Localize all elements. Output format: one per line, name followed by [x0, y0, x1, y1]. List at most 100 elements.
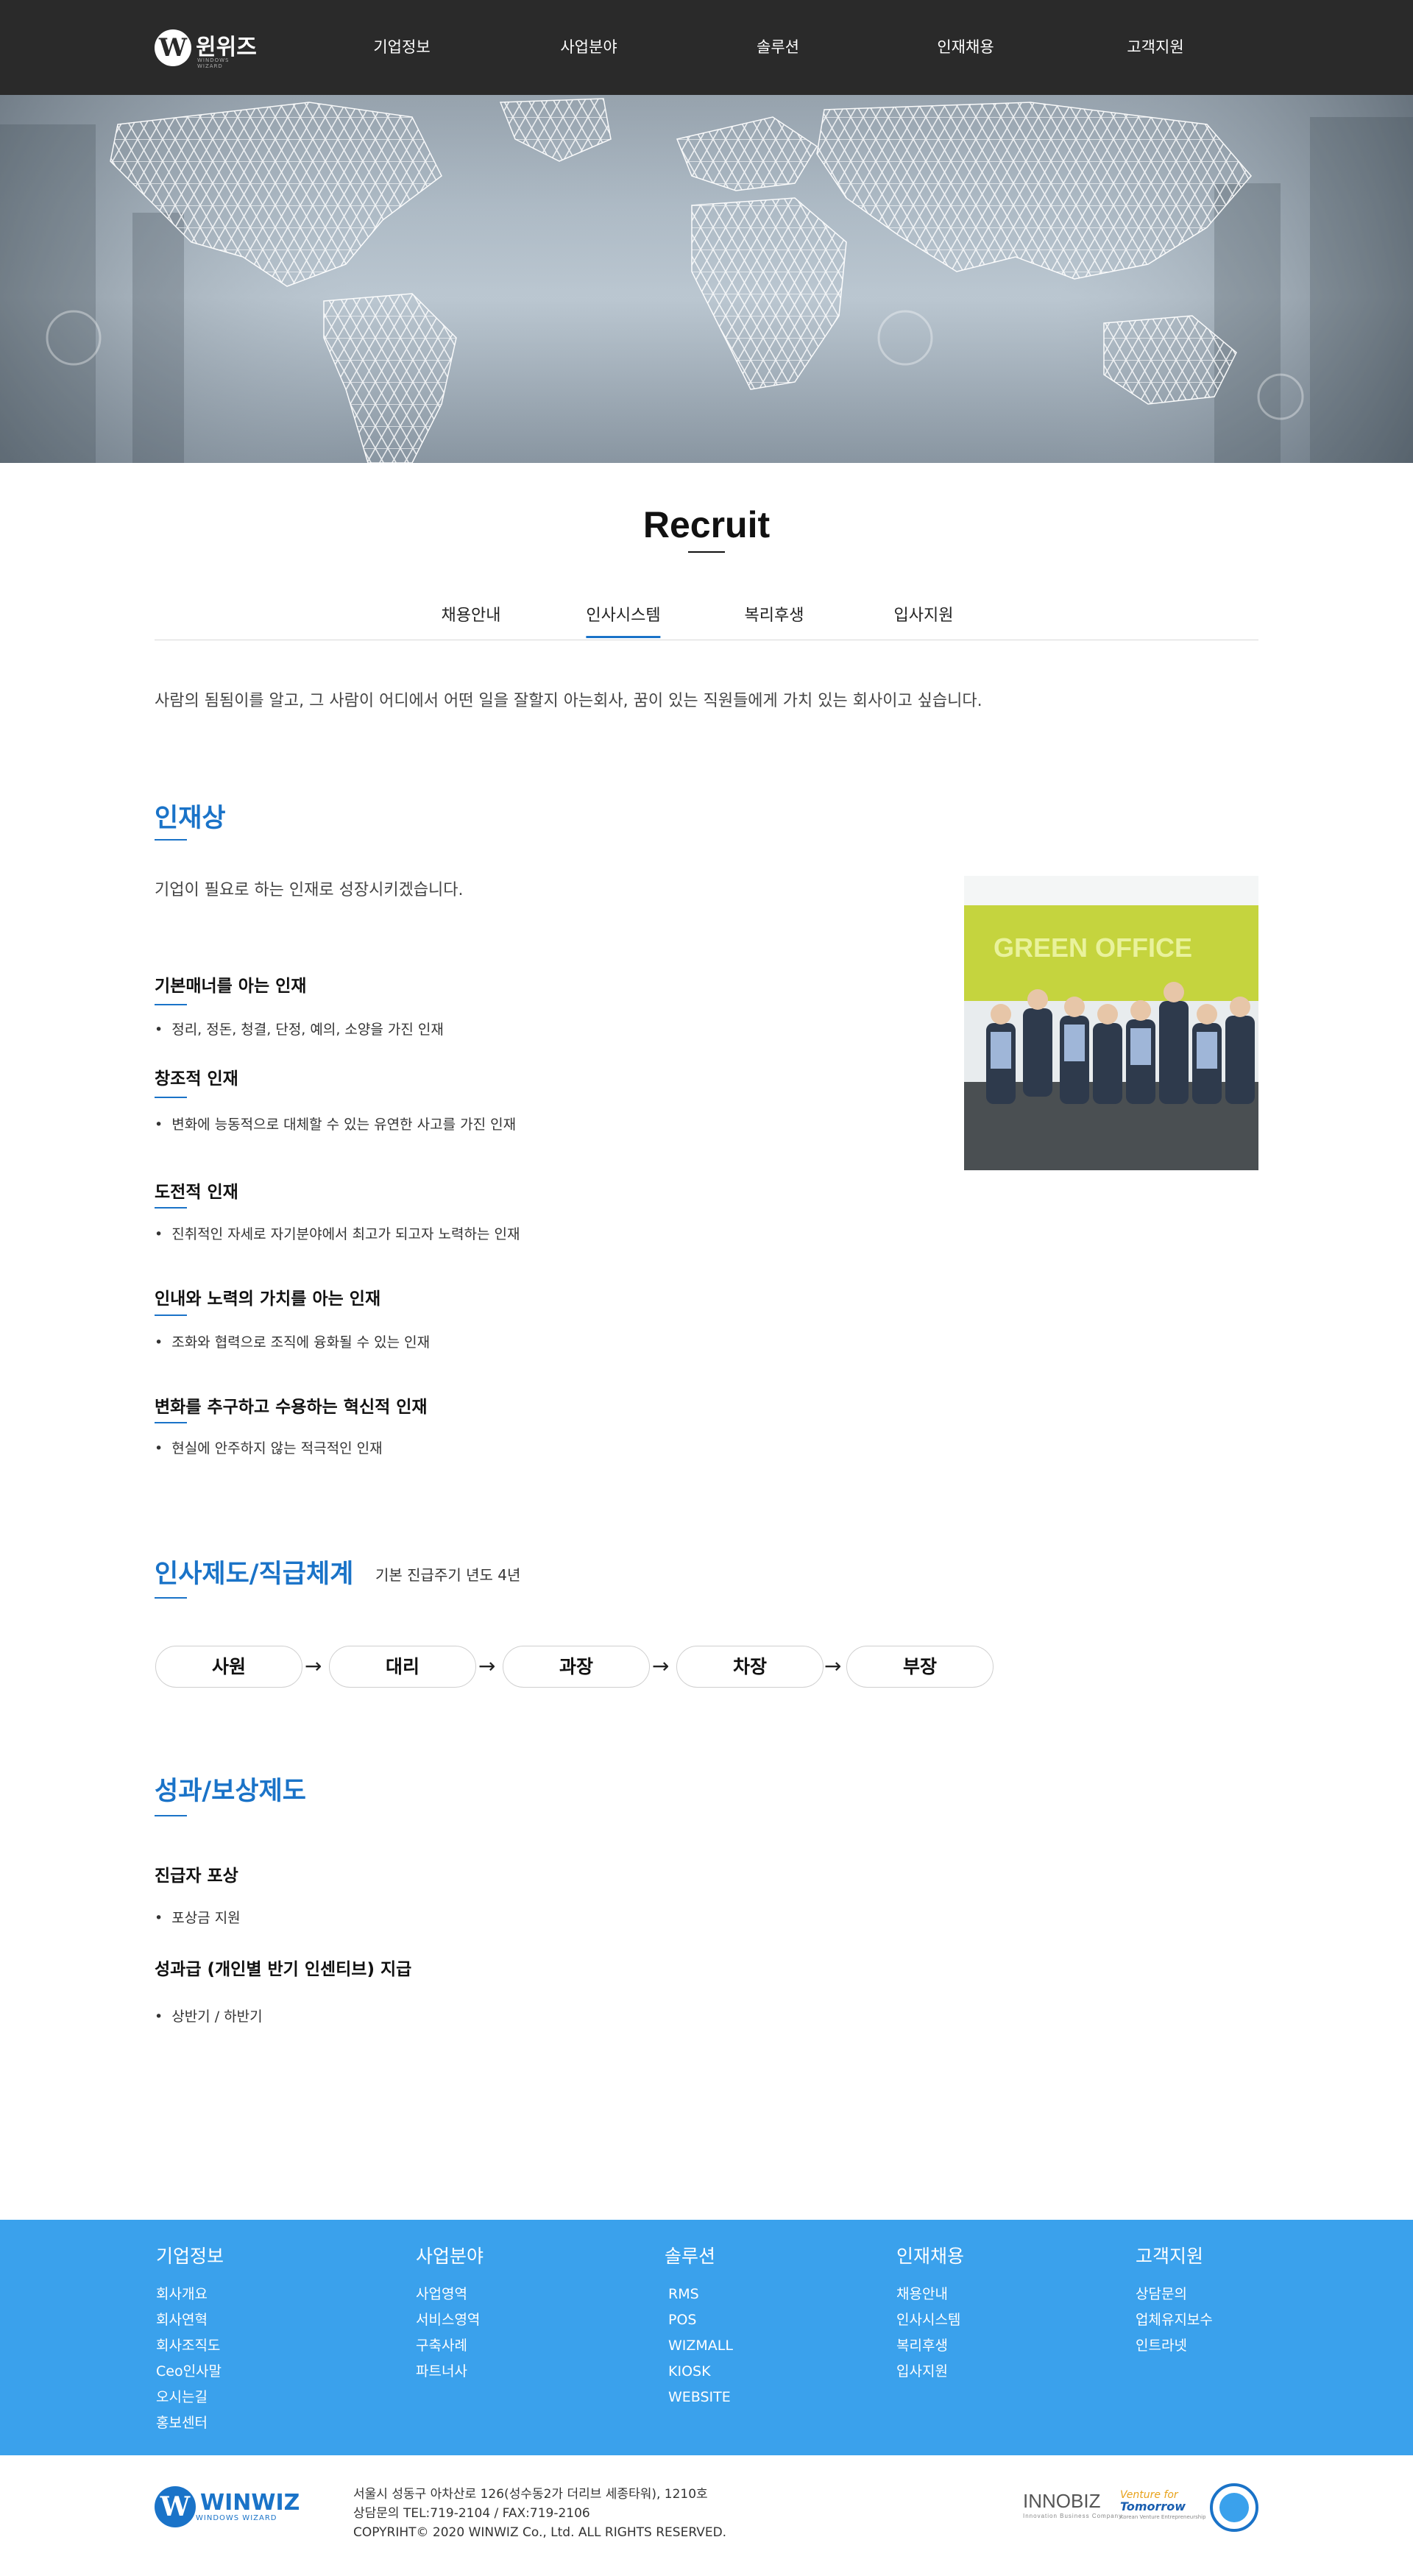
footer-address: 서울시 성동구 아차산로 126(성수동2가 더리브 세종타워), 1210호: [353, 2487, 708, 2502]
nav-item-business[interactable]: 사업분야: [560, 35, 617, 59]
footer-link[interactable]: 회사연혁: [156, 2307, 224, 2333]
photo-wall-sign: GREEN OFFICE: [994, 933, 1192, 963]
venture-main-text: Tomorrow: [1120, 2499, 1186, 2513]
reward-item-title: 진급자 포상: [155, 1866, 238, 1886]
footer-column-head: 고객지원: [1136, 2246, 1204, 2267]
talent-item-title: 도전적 인재: [155, 1183, 238, 1202]
talent-item-title: 인내와 노력의 가치를 아는 인재: [155, 1289, 381, 1309]
talent-item-title: 변화를 추구하고 수용하는 혁신적 인재: [155, 1398, 428, 1417]
arrow-right-icon: →: [478, 1654, 496, 1678]
footer-link[interactable]: KIOSK: [668, 2359, 733, 2385]
talent-item-title: 기본매너를 아는 인재: [155, 977, 307, 996]
arrow-right-icon: →: [652, 1654, 670, 1678]
section-title-underline: [155, 1597, 187, 1599]
section-title-hr-system: 인사제도/직급체계: [155, 1560, 354, 1589]
section-title-reward: 성과/보상제도: [155, 1777, 306, 1806]
tab-hr-system[interactable]: 인사시스템: [586, 602, 661, 638]
intro-text: 사람의 됨됨이를 알고, 그 사람이 어디에서 어떤 일을 잘할지 아는회사, …: [155, 692, 982, 710]
footer-link[interactable]: 입사지원: [896, 2359, 964, 2385]
logo-subtext: WINDOWS WIZARD: [197, 57, 230, 69]
footer-column-head: 기업정보: [156, 2246, 224, 2267]
rank-badge: 사원: [155, 1646, 302, 1688]
rank-badge: 과장: [503, 1646, 650, 1688]
venture-certification-logo: Venture for Tomorrow Korean Venture Entr…: [1120, 2490, 1206, 2523]
footer-link[interactable]: RMS: [668, 2282, 733, 2307]
footer-column-business: 사업분야 사업영역 서비스영역 구축사례 파트너사: [416, 2242, 484, 2385]
footer-link[interactable]: 회사개요: [156, 2282, 224, 2307]
arrow-right-icon: →: [824, 1654, 842, 1678]
footer-link[interactable]: 채용안내: [896, 2282, 964, 2307]
main-nav: 기업정보 사업분야 솔루션 인재채용 고객지원: [0, 35, 1413, 59]
page-title: Recruit: [642, 504, 771, 545]
site-header: W 윈위즈 WINDOWS WIZARD 기업정보 사업분야 솔루션 인재채용 …: [0, 0, 1413, 95]
nav-item-support[interactable]: 고객지원: [1127, 35, 1183, 59]
footer-copyright: COPYRIHT© 2020 WINWIZ Co., Ltd. ALL RIGH…: [353, 2525, 727, 2540]
talent-item-desc: 조화와 협력으로 조직에 융화될 수 있는 인재: [155, 1331, 430, 1351]
footer-link[interactable]: 구축사례: [416, 2333, 484, 2359]
venture-subtext: Korean Venture Entrepreneurship: [1120, 2514, 1206, 2520]
footer-link[interactable]: POS: [668, 2307, 733, 2333]
innobiz-certification-logo: INNOBIZ Innovation Business Company: [1023, 2490, 1122, 2519]
item-underline: [155, 1422, 187, 1423]
reward-item-desc: 상반기 / 하반기: [155, 2006, 262, 2025]
reward-item-desc: 포상금 지원: [155, 1907, 240, 1927]
footer-link[interactable]: 파트너사: [416, 2359, 484, 2385]
nav-item-company[interactable]: 기업정보: [373, 35, 430, 59]
rank-badge: 차장: [676, 1646, 824, 1688]
rank-badge: 부장: [846, 1646, 994, 1688]
footer-contact: 상담문의 TEL:719-2104 / FAX:719-2106: [353, 2506, 590, 2521]
section-title-talent: 인재상: [155, 804, 226, 833]
nav-item-recruit[interactable]: 인재채용: [937, 35, 994, 59]
certification-seal-icon: [1210, 2483, 1258, 2532]
footer-logo[interactable]: W WINWIZ WINDOWS WIZARD: [155, 2486, 300, 2527]
section-title-underline: [155, 1815, 187, 1816]
rank-badge: 대리: [329, 1646, 476, 1688]
footer-column-head: 인재채용: [896, 2246, 965, 2267]
arrow-right-icon: →: [305, 1654, 322, 1678]
item-underline: [155, 1097, 187, 1098]
footer-column-solution: 솔루션 RMS POS WIZMALL KIOSK WEBSITE: [665, 2242, 733, 2410]
footer-link[interactable]: Ceo인사말: [156, 2359, 224, 2385]
footer-link[interactable]: 상담문의: [1136, 2282, 1213, 2307]
title-underline: [688, 551, 725, 553]
footer-link[interactable]: WEBSITE: [668, 2385, 733, 2410]
innobiz-subtext: Innovation Business Company: [1023, 2513, 1123, 2519]
item-underline: [155, 1207, 187, 1209]
hero-banner: [0, 95, 1413, 463]
footer-link[interactable]: 업체유지보수: [1136, 2307, 1213, 2333]
footer-link[interactable]: 인트라넷: [1136, 2333, 1213, 2359]
talent-item-desc: 변화에 능동적으로 대체할 수 있는 유연한 사고를 가진 인재: [155, 1114, 516, 1133]
item-underline: [155, 1314, 187, 1316]
reward-item-title: 성과급 (개인별 반기 인센티브) 지급: [155, 1960, 412, 1979]
footer-link[interactable]: 회사조직도: [156, 2333, 224, 2359]
footer-column-head: 솔루션: [665, 2246, 716, 2267]
world-network-map-image: [0, 95, 1413, 463]
footer-logo-wordmark: WINWIZ WINDOWS WIZARD: [196, 2489, 300, 2522]
sub-tabs: 채용안내 인사시스템 복리후생 입사지원: [155, 589, 1258, 640]
footer-link[interactable]: 서비스영역: [416, 2307, 484, 2333]
footer-logo-mark-icon: W: [155, 2486, 196, 2527]
nav-item-solution[interactable]: 솔루션: [757, 35, 799, 59]
footer-column-recruit: 인재채용 채용안내 인사시스템 복리후생 입사지원: [896, 2242, 964, 2385]
footer-link[interactable]: 인사시스템: [896, 2307, 964, 2333]
footer-link[interactable]: 오시는길: [156, 2385, 224, 2410]
footer-link[interactable]: 홍보센터: [156, 2410, 224, 2436]
tab-recruit-info[interactable]: 채용안내: [442, 602, 501, 636]
team-photo-image: GREEN OFFICE: [964, 876, 1258, 1170]
footer-link[interactable]: 복리후생: [896, 2333, 964, 2359]
talent-item-title: 창조적 인재: [155, 1069, 238, 1089]
talent-lead: 기업이 필요로 하는 인재로 성장시키겠습니다.: [155, 881, 464, 899]
footer-link[interactable]: WIZMALL: [668, 2333, 733, 2359]
tab-apply[interactable]: 입사지원: [894, 602, 954, 636]
footer-link[interactable]: 사업영역: [416, 2282, 484, 2307]
tab-welfare[interactable]: 복리후생: [745, 602, 804, 636]
footer-column-head: 사업분야: [416, 2246, 484, 2267]
footer-company-info: 서울시 성동구 아차산로 126(성수동2가 더리브 세종타워), 1210호 …: [353, 2485, 726, 2542]
talent-item-desc: 정리, 정돈, 청결, 단정, 예의, 소양을 가진 인재: [155, 1019, 444, 1038]
section-title-underline: [155, 839, 187, 841]
talent-item-desc: 현실에 안주하지 않는 적극적인 인재: [155, 1437, 382, 1457]
talent-item-desc: 진취적인 자세로 자기분야에서 최고가 되고자 노력하는 인재: [155, 1223, 520, 1243]
footer-logo-text: WINWIZ: [200, 2489, 300, 2516]
footer-column-company: 기업정보 회사개요 회사연혁 회사조직도 Ceo인사말 오시는길 홍보센터: [156, 2242, 224, 2436]
item-underline: [155, 1004, 187, 1005]
